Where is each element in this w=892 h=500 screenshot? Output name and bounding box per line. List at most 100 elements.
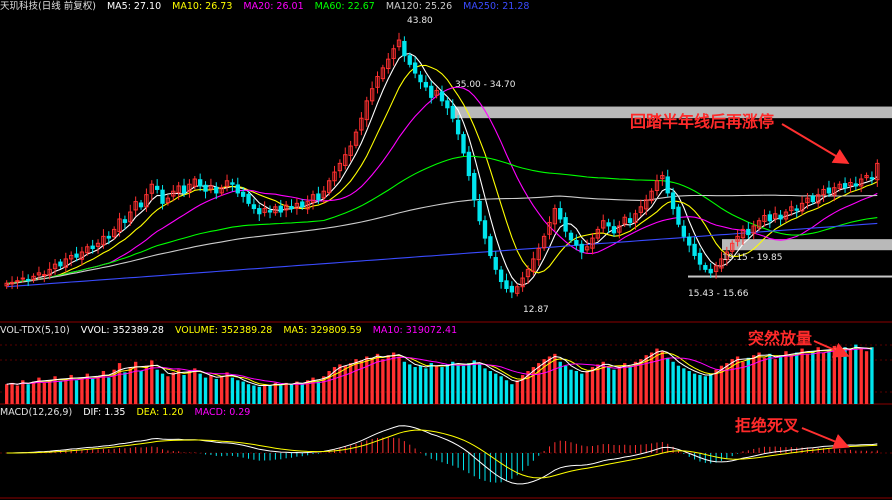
volume-bar [746, 357, 750, 404]
volume-bar [295, 381, 299, 404]
volume-bar [832, 345, 836, 404]
volume-bar [649, 352, 654, 404]
candle-body [412, 62, 418, 74]
candle-body [461, 134, 466, 154]
candle-body [197, 179, 203, 187]
candle-body [627, 218, 633, 223]
ma120-label: MA120: 25.26 [385, 1, 453, 12]
volume-bar [209, 374, 213, 404]
candle-body [466, 151, 472, 177]
volume-bar [381, 359, 385, 404]
low-price-label: 12.87 [523, 305, 549, 315]
candle-body [418, 74, 423, 83]
candle-body [574, 240, 579, 246]
volume-bar [354, 359, 358, 404]
ma60-label: MA60: 22.67 [314, 1, 375, 12]
volume-bar [682, 368, 686, 404]
dif-label: DIF: 1.35 [83, 407, 126, 418]
volume-bar [91, 378, 95, 404]
candle-body [767, 214, 772, 222]
candle-body [289, 205, 294, 210]
volume-bar [348, 363, 353, 404]
candle-body [257, 208, 262, 215]
volume-bar [429, 363, 433, 404]
volume-bar [391, 352, 396, 404]
volume-bar [182, 374, 186, 404]
volume-bar [451, 361, 455, 404]
candle-body [154, 185, 160, 190]
candle-body [423, 81, 429, 88]
volume-bar [445, 364, 450, 404]
volume-bar [80, 377, 84, 404]
candle-body [670, 192, 676, 210]
volume-bar [472, 360, 476, 404]
volume-bar [510, 384, 514, 404]
volume-bar [816, 347, 820, 404]
volume-bar [563, 365, 568, 404]
volume-bar [316, 381, 321, 404]
candle-body [445, 100, 450, 109]
volume-bar [230, 377, 235, 404]
candle-body [681, 225, 687, 237]
volume-bar [768, 353, 772, 404]
volume-bar [338, 364, 342, 404]
candle-body [579, 243, 584, 253]
volume-bar [461, 365, 466, 404]
volume-bar [413, 367, 417, 404]
macd-value-label: MACD: 0.29 [194, 407, 251, 418]
candle-body [509, 285, 515, 293]
volume-bar [273, 382, 278, 404]
candle-body [122, 219, 128, 223]
volume-bar [848, 349, 853, 404]
volume-bar [714, 369, 718, 404]
volume-bar [811, 351, 815, 404]
volume-bar [440, 367, 444, 404]
volume-bar [123, 372, 127, 404]
candle-body [138, 202, 144, 208]
volume-bar [386, 355, 390, 404]
volume-bar [864, 351, 869, 404]
volume-bar [477, 364, 482, 404]
candle-body [472, 172, 477, 201]
candle-body [665, 176, 670, 194]
candle-body [230, 182, 235, 185]
volume-bar [676, 365, 681, 404]
vol-ma10-label: MA10: 319072.41 [372, 325, 458, 336]
candle-body [42, 274, 47, 277]
candle-body [251, 204, 257, 210]
volume-bar [198, 373, 202, 404]
candle-body [214, 186, 219, 194]
ma5-label: MA5: 27.10 [106, 1, 162, 12]
candle-body [488, 236, 493, 256]
volume-bar [585, 371, 589, 404]
candle-body [504, 280, 509, 289]
volume-bar [574, 371, 579, 404]
volume-bar [553, 353, 557, 404]
candle-body [203, 184, 208, 192]
vvol-label: VVOL: 352389.28 [80, 325, 164, 336]
volume-bar [703, 376, 708, 404]
volume-bar [494, 373, 498, 404]
candle-body [482, 220, 488, 239]
volume-bar [456, 364, 460, 404]
dea-label: DEA: 1.20 [136, 407, 184, 418]
candle-body [778, 214, 783, 220]
volume-bar [10, 382, 14, 404]
candle-body [74, 253, 79, 258]
volume-bar [483, 368, 487, 404]
volume-bar [859, 348, 863, 404]
candle-body [278, 205, 283, 213]
volume-bar [48, 380, 52, 404]
volume-bar [134, 361, 138, 404]
candle-body [455, 119, 461, 135]
volume-bar [397, 356, 401, 404]
volume-bar [778, 355, 783, 404]
volume-bar [488, 371, 493, 404]
volume-bar [795, 352, 799, 404]
candle-body [568, 232, 574, 241]
candle-body [611, 226, 617, 234]
volume-bar [42, 382, 46, 404]
candle-body [687, 236, 692, 246]
candle-body [676, 206, 681, 225]
candle-body [697, 252, 703, 265]
